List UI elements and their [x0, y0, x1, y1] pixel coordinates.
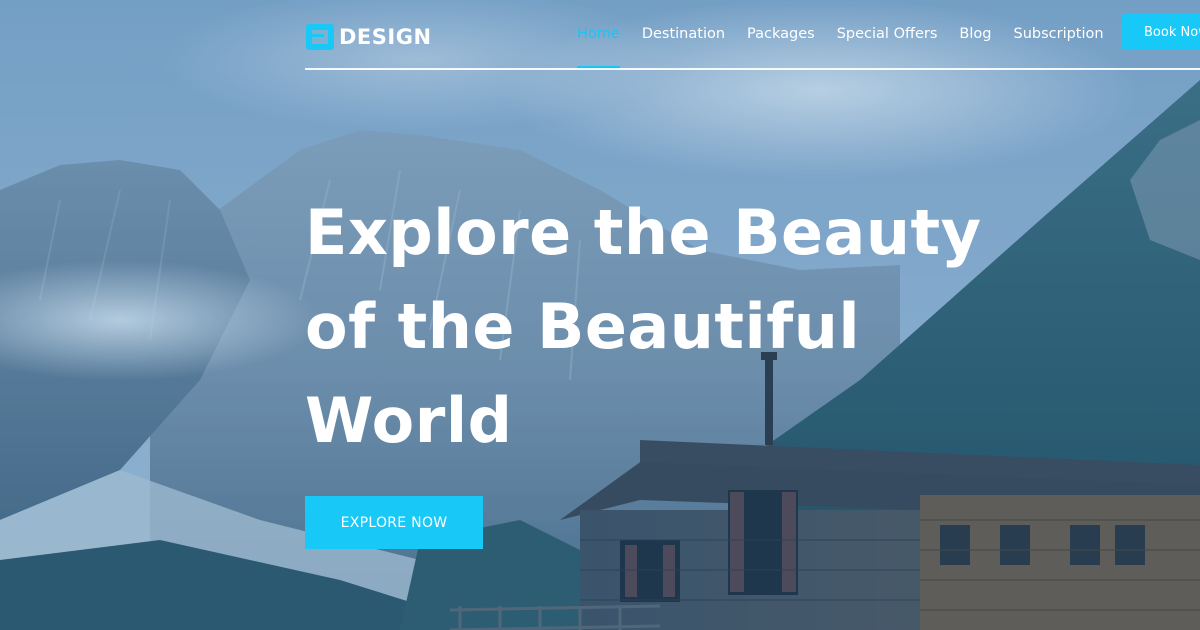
logo-icon: [306, 24, 334, 50]
book-now-button[interactable]: Book Now: [1121, 14, 1200, 50]
header-divider: [305, 68, 1200, 70]
nav-item-blog[interactable]: Blog: [959, 0, 991, 68]
site-header: DESIGN Home Destination Packages Special…: [305, 0, 1200, 70]
landing-page: DESIGN Home Destination Packages Special…: [0, 0, 1200, 630]
nav-item-packages[interactable]: Packages: [747, 0, 815, 68]
nav-item-destination[interactable]: Destination: [642, 0, 725, 68]
hero-title-line: of the Beautiful: [305, 290, 861, 363]
hero-title-line: World: [305, 384, 513, 457]
nav-item-special-offers[interactable]: Special Offers: [837, 0, 938, 68]
main-navigation: Home Destination Packages Special Offers…: [577, 0, 1126, 69]
hero-title: Explore the Beauty of the Beautiful Worl…: [305, 186, 1065, 468]
nav-item-subscription[interactable]: Subscription: [1013, 0, 1103, 68]
site-logo[interactable]: DESIGN: [305, 20, 432, 54]
explore-now-button[interactable]: EXPLORE NOW: [305, 496, 483, 549]
logo-text: DESIGN: [339, 25, 432, 49]
hero-title-line: Explore the Beauty: [305, 196, 982, 269]
nav-item-home[interactable]: Home: [577, 0, 620, 69]
